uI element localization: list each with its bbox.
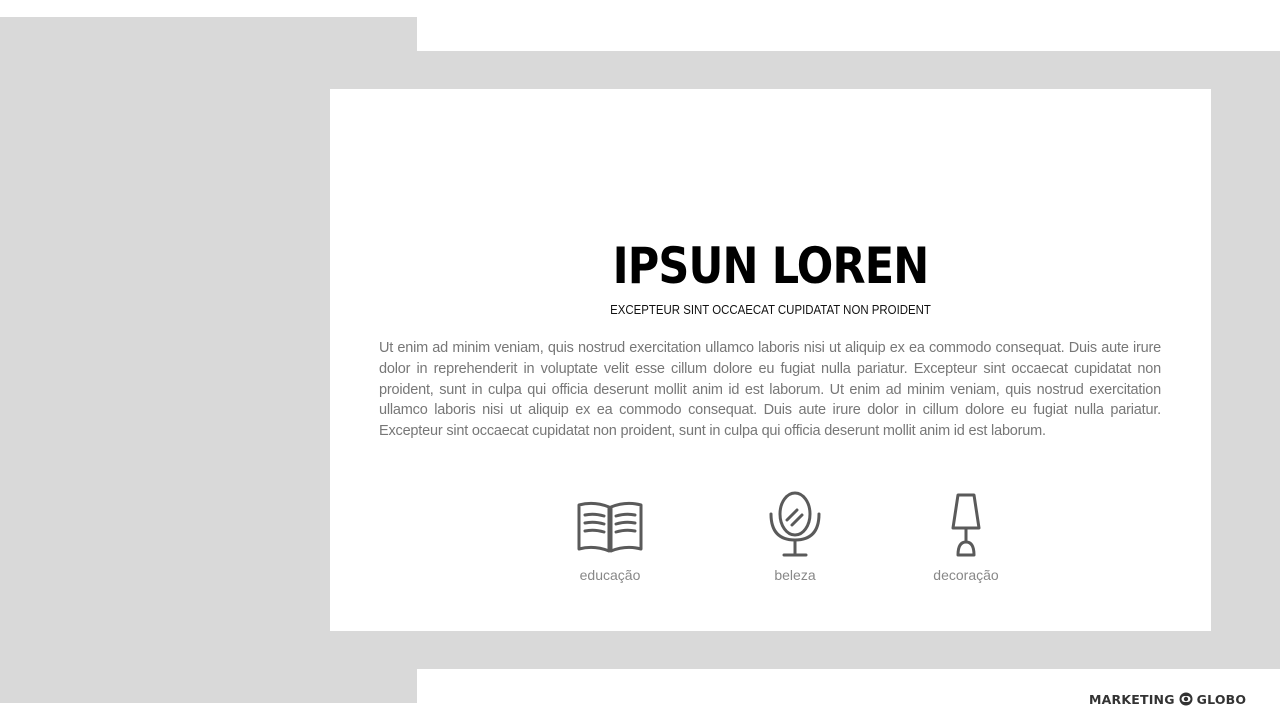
category-label-educacao: educação — [579, 567, 641, 583]
category-beleza: beleza — [735, 490, 855, 583]
content-card: IPSUN LOREN EXCEPTEUR SINT OCCAECAT CUPI… — [330, 89, 1211, 631]
globo-logo-icon — [1179, 692, 1193, 706]
category-label-beleza: beleza — [774, 567, 816, 583]
slide-subtitle: EXCEPTEUR SINT OCCAECAT CUPIDATAT NON PR… — [610, 302, 931, 317]
brand-marketing: MARKETING — [1089, 691, 1175, 707]
mirror-icon — [769, 491, 821, 557]
body-paragraph: Ut enim ad minim veniam, quis nostrud ex… — [379, 340, 1161, 440]
slide: IPSUN LOREN EXCEPTEUR SINT OCCAECAT CUPI… — [0, 0, 1280, 720]
category-decoracao: decoração — [906, 492, 1026, 583]
category-label-decoracao: decoração — [933, 567, 999, 583]
brand-logo: MARKETING GLOBO — [1089, 690, 1246, 708]
category-educacao: educação — [550, 501, 670, 583]
book-icon — [577, 501, 643, 553]
lamp-icon — [951, 493, 981, 557]
brand-globo: GLOBO — [1196, 691, 1247, 707]
slide-title: IPSUN LOREN — [612, 237, 930, 295]
